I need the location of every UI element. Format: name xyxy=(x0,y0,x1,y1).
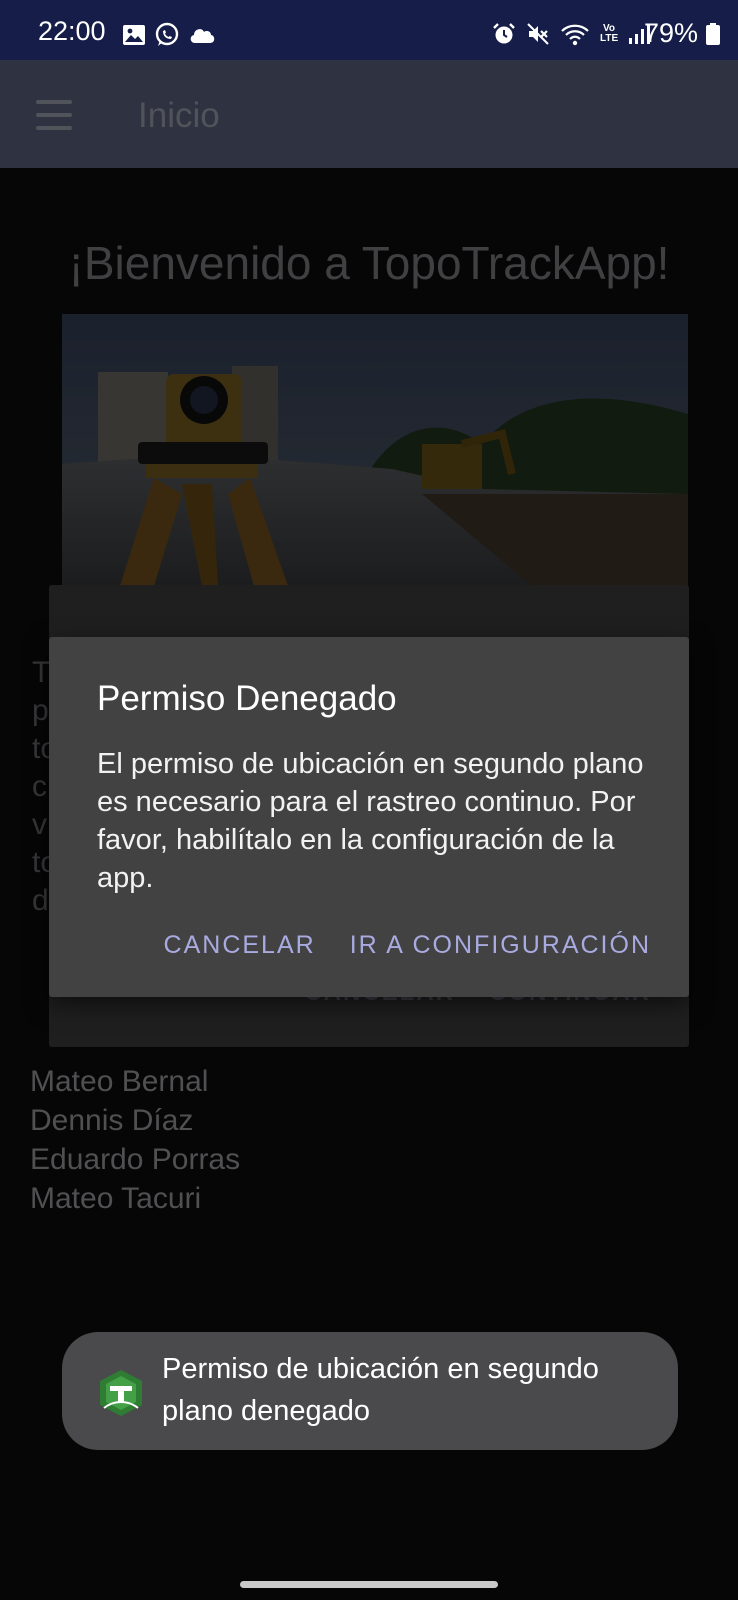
image-icon xyxy=(123,25,145,45)
screen: 22:00 Vo LTE 79% Inicio ¡Bienvenido a To… xyxy=(0,0,738,1600)
cancel-button[interactable]: CANCELAR xyxy=(164,931,316,960)
toast: Permiso de ubicación en segundo plano de… xyxy=(62,1332,678,1450)
status-left-icons xyxy=(122,22,216,48)
alarm-icon xyxy=(493,23,515,44)
permission-denied-dialog: Permiso Denegado El permiso de ubicación… xyxy=(49,637,689,997)
status-time: 22:00 xyxy=(38,16,106,46)
home-indicator[interactable] xyxy=(240,1581,498,1588)
whatsapp-icon xyxy=(155,22,179,46)
toast-message: Permiso de ubicación en segundo plano de… xyxy=(162,1353,599,1427)
status-right-icons: Vo LTE xyxy=(492,20,650,48)
wifi-icon xyxy=(561,24,589,46)
mute-icon xyxy=(527,23,549,45)
battery-percent: 79% xyxy=(643,18,698,48)
battery-icon xyxy=(706,23,720,45)
app-logo-icon xyxy=(100,1370,142,1416)
open-settings-button[interactable]: IR A CONFIGURACIÓN xyxy=(350,931,651,960)
cloud-icon xyxy=(190,29,215,43)
volte-icon: Vo LTE xyxy=(600,23,619,44)
dialog-title: Permiso Denegado xyxy=(97,679,397,718)
dialog-actions: CANCELAR IR A CONFIGURACIÓN xyxy=(164,931,651,960)
status-bar: 22:00 Vo LTE 79% xyxy=(0,0,738,60)
dialog-message: El permiso de ubicación en segundo plano… xyxy=(97,748,644,894)
